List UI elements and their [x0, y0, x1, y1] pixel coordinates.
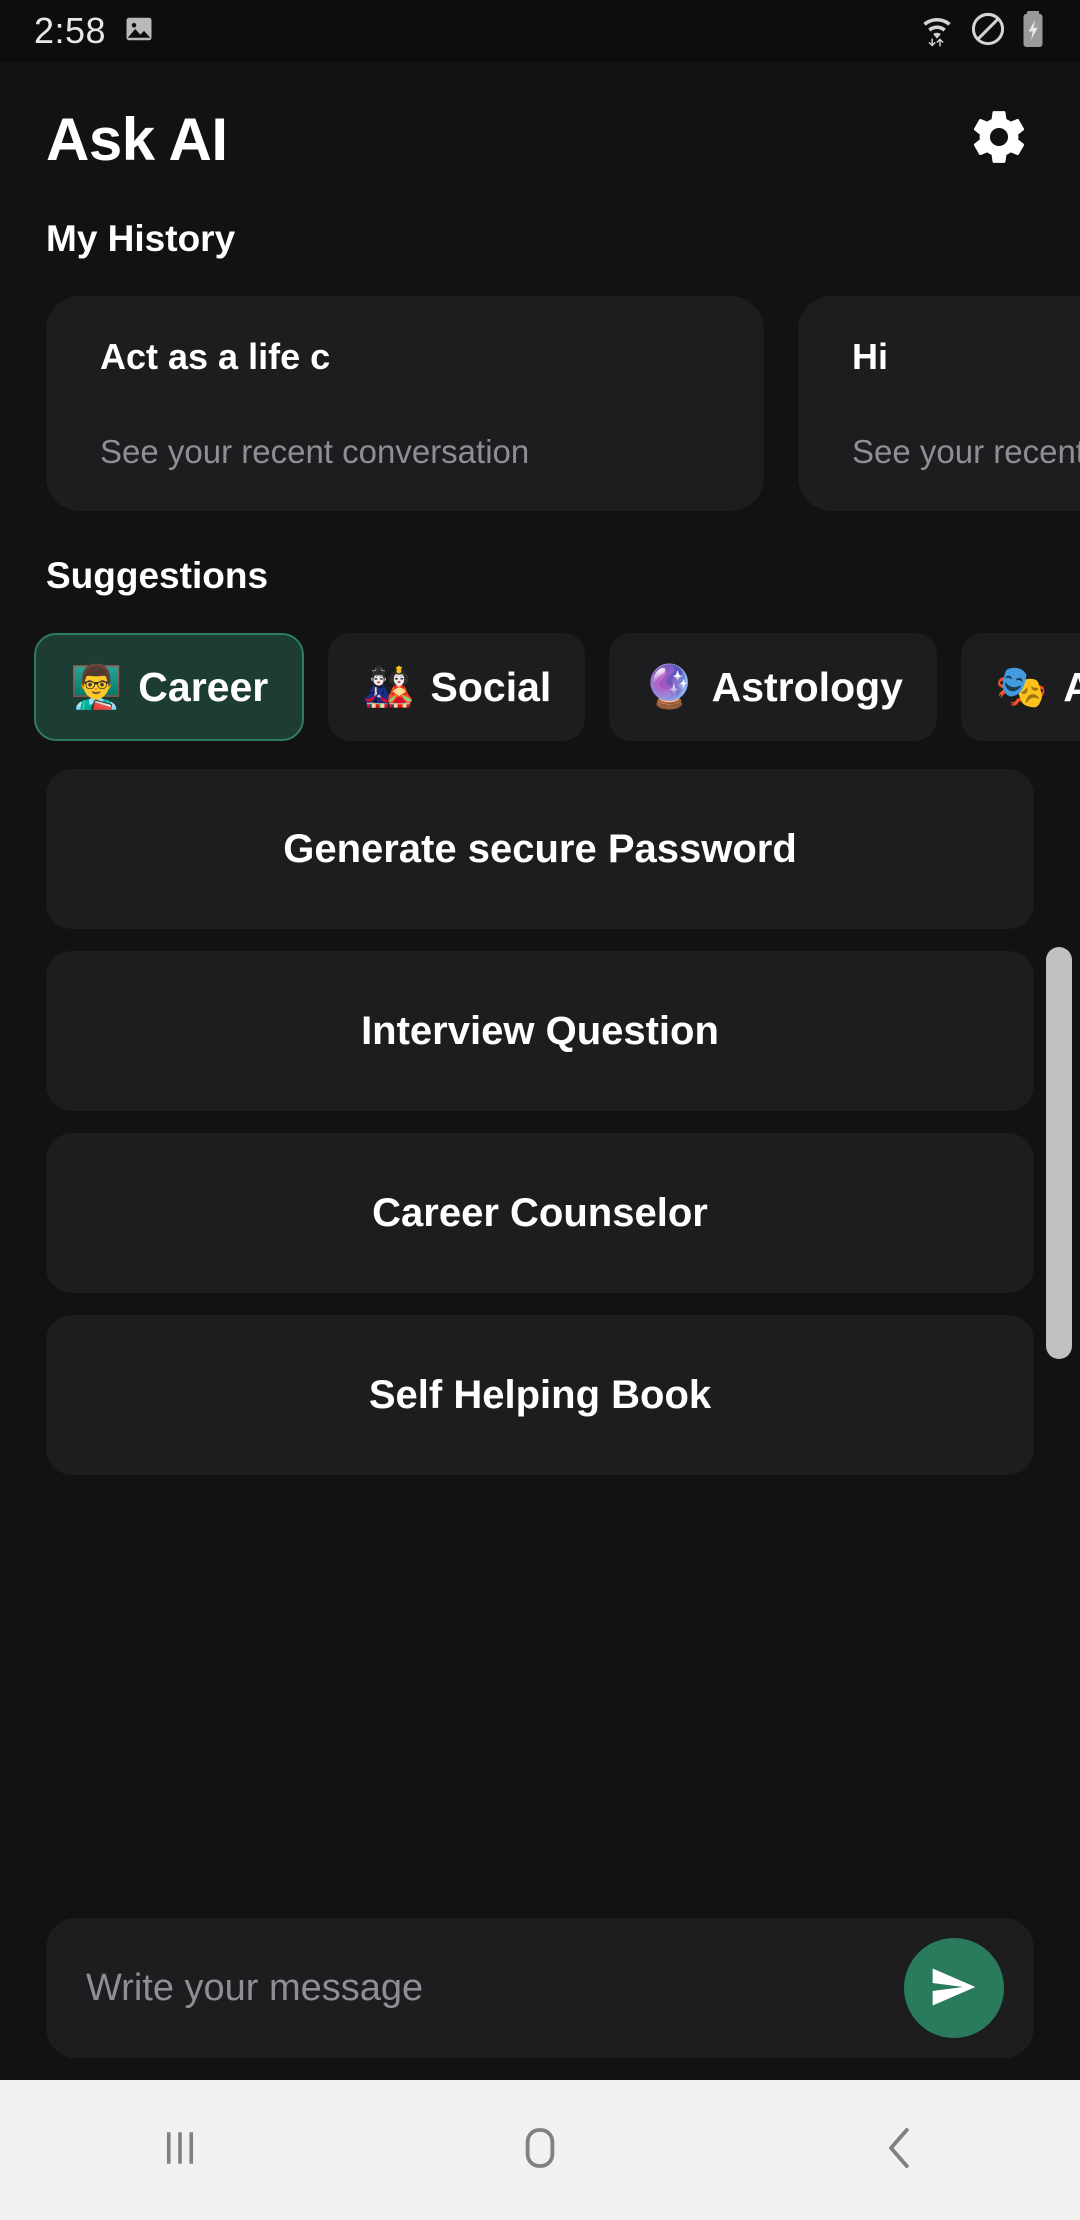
suggestions-list: Generate secure Password Interview Quest… — [0, 769, 1080, 1475]
back-icon — [873, 2121, 927, 2180]
history-card-title: Act as a life c — [100, 336, 331, 377]
suggestion-item[interactable]: Self Helping Book — [46, 1315, 1034, 1475]
category-chip-label: Astrology — [711, 663, 903, 710]
status-bar-clock: 2:58 — [34, 10, 107, 51]
history-card-subtitle: See your recent conversation — [100, 433, 530, 470]
system-nav-bar — [0, 2080, 1080, 2220]
history-section-title: My History — [46, 218, 236, 259]
category-chip-astrology[interactable]: 🔮 Astrology — [609, 633, 937, 741]
app-content: Ask AI My History Act as a life c See yo… — [0, 62, 1080, 2080]
image-icon — [124, 14, 154, 49]
category-chip-career[interactable]: 👨‍🏫 Career — [34, 633, 305, 741]
category-chips[interactable]: 👨‍🏫 Career 🎎 Social 🔮 Astrology 🎭 A — [0, 633, 1080, 741]
send-icon — [927, 1960, 981, 2017]
history-card-title: Hi — [852, 336, 888, 377]
suggestion-item[interactable]: Generate secure Password — [46, 769, 1034, 929]
suggestion-item-label: Career Counselor — [372, 1190, 708, 1235]
message-composer — [46, 1918, 1034, 2058]
home-icon — [513, 2121, 567, 2180]
page-title: Ask AI — [46, 105, 228, 173]
crystal-ball-icon: 🔮 — [643, 663, 696, 710]
do-not-disturb-icon — [969, 10, 1007, 53]
suggestions-section-title: Suggestions — [46, 555, 269, 596]
category-chip-social[interactable]: 🎎 Social — [328, 633, 586, 741]
suggestion-item-label: Self Helping Book — [368, 1372, 712, 1417]
status-bar-left: 2:58 — [34, 10, 154, 52]
history-card[interactable]: Act as a life c See your recent conversa… — [46, 296, 764, 511]
battery-charging-icon — [1020, 10, 1046, 53]
app-header: Ask AI — [0, 62, 1080, 174]
vertical-scrollbar[interactable] — [1046, 947, 1072, 1359]
suggestion-item[interactable]: Interview Question — [46, 951, 1034, 1111]
status-bar: 2:58 — [0, 0, 1080, 62]
phone-screen: 2:58 Ask AI My History Act as a life c S… — [0, 0, 1080, 2220]
category-chip-label: Career — [138, 663, 269, 710]
category-chip-acting[interactable]: 🎭 A — [960, 633, 1080, 741]
status-bar-right — [918, 10, 1046, 53]
performing-arts-icon: 🎭 — [994, 663, 1048, 710]
recents-icon — [153, 2121, 207, 2180]
suggestion-item[interactable]: Career Counselor — [46, 1133, 1034, 1293]
dolls-icon: 🎎 — [362, 663, 415, 710]
suggestion-item-label: Generate secure Password — [283, 826, 797, 871]
history-card-subtitle: See your recent conversation — [852, 433, 1080, 470]
history-carousel[interactable]: Act as a life c See your recent conversa… — [0, 296, 1080, 511]
settings-button[interactable] — [964, 104, 1034, 174]
history-card[interactable]: Hi See your recent conversation — [798, 296, 1080, 511]
gear-icon — [968, 106, 1030, 173]
suggestion-item-label: Interview Question — [361, 1008, 719, 1053]
category-chip-label: Social — [430, 663, 552, 710]
send-button[interactable] — [904, 1938, 1004, 2038]
message-input[interactable] — [86, 1966, 904, 2010]
back-button[interactable] — [825, 2080, 975, 2220]
recents-button[interactable] — [105, 2080, 255, 2220]
teacher-icon: 👨‍🏫 — [70, 663, 123, 710]
wifi-icon — [918, 10, 956, 53]
home-button[interactable] — [465, 2080, 615, 2220]
category-chip-label: A — [1063, 663, 1080, 710]
